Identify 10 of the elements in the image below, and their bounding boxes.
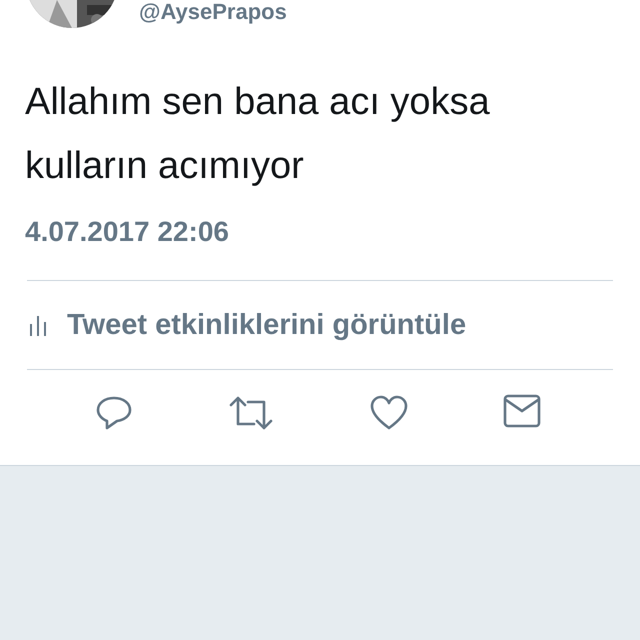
retweet-icon — [228, 394, 274, 432]
activity-link[interactable]: Tweet etkinliklerini görüntüle — [29, 281, 613, 369]
user-handle[interactable]: @AysePrapos — [139, 0, 287, 24]
envelope-icon — [503, 394, 542, 428]
bar-chart-icon — [29, 314, 47, 336]
heart-icon — [370, 394, 408, 432]
reply-icon — [94, 394, 133, 432]
tweet-text: Allahım sen bana acı yoksa kulların acımıyor — [25, 80, 491, 189]
tweet-timestamp: 4.07.2017 22:06 — [25, 215, 230, 249]
activity-link-text: Tweet etkinliklerini görüntüle — [67, 308, 466, 342]
